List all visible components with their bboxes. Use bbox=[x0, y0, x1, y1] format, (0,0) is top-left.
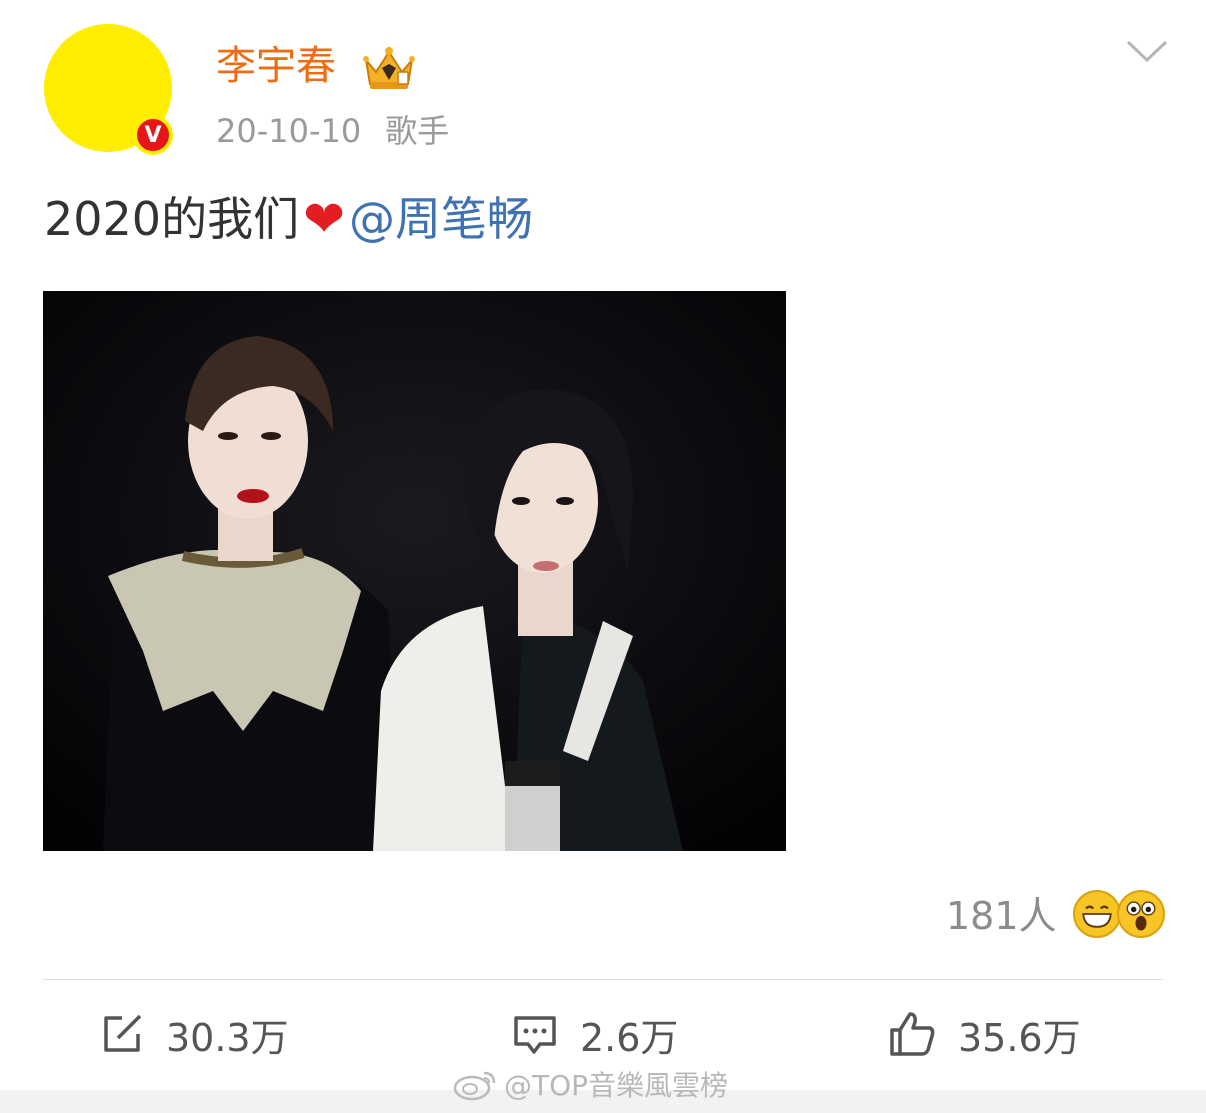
vip-crown-icon[interactable] bbox=[360, 42, 418, 92]
repost-button[interactable]: 30.3万 bbox=[100, 1006, 289, 1062]
comment-count: 2.6万 bbox=[580, 1015, 679, 1060]
repost-count: 30.3万 bbox=[166, 1015, 289, 1060]
reaction-emojis bbox=[1072, 886, 1169, 946]
post-photo[interactable] bbox=[43, 291, 786, 851]
reaction-summary[interactable]: 181人 bbox=[946, 886, 1169, 946]
post-meta: 20-10-10 歌手 bbox=[216, 110, 449, 152]
watermark-text: @TOP音樂風雲榜 bbox=[504, 1069, 729, 1102]
post-source: 歌手 bbox=[385, 112, 450, 150]
reaction-count: 181人 bbox=[946, 894, 1057, 938]
watermark: @TOP音樂風雲榜 bbox=[452, 1064, 728, 1104]
comment-button[interactable]: 2.6万 bbox=[512, 1006, 678, 1062]
post-body-text: 2020的我们 bbox=[44, 192, 300, 246]
grin-emoji-icon bbox=[1072, 890, 1121, 938]
heart-emoji: ❤ bbox=[303, 190, 345, 248]
chevron-down-icon[interactable] bbox=[1124, 36, 1170, 66]
post-text: 2020的我们 ❤ @周笔畅 bbox=[44, 190, 533, 248]
weibo-logo-icon bbox=[453, 1071, 496, 1101]
thumbs-up-icon bbox=[890, 1012, 935, 1056]
post-date: 20-10-10 bbox=[216, 112, 362, 150]
verified-badge-icon: V bbox=[133, 115, 173, 155]
like-button[interactable]: 35.6万 bbox=[888, 1006, 1081, 1062]
mention-link[interactable]: @周笔畅 bbox=[349, 190, 533, 248]
photo-illustration bbox=[43, 291, 786, 851]
like-count: 35.6万 bbox=[958, 1015, 1081, 1060]
wow-emoji-icon bbox=[1116, 890, 1165, 938]
divider bbox=[43, 979, 1163, 980]
comment-icon bbox=[514, 1016, 556, 1054]
repost-icon bbox=[104, 1014, 142, 1052]
author-name[interactable]: 李宇春 bbox=[216, 40, 336, 92]
